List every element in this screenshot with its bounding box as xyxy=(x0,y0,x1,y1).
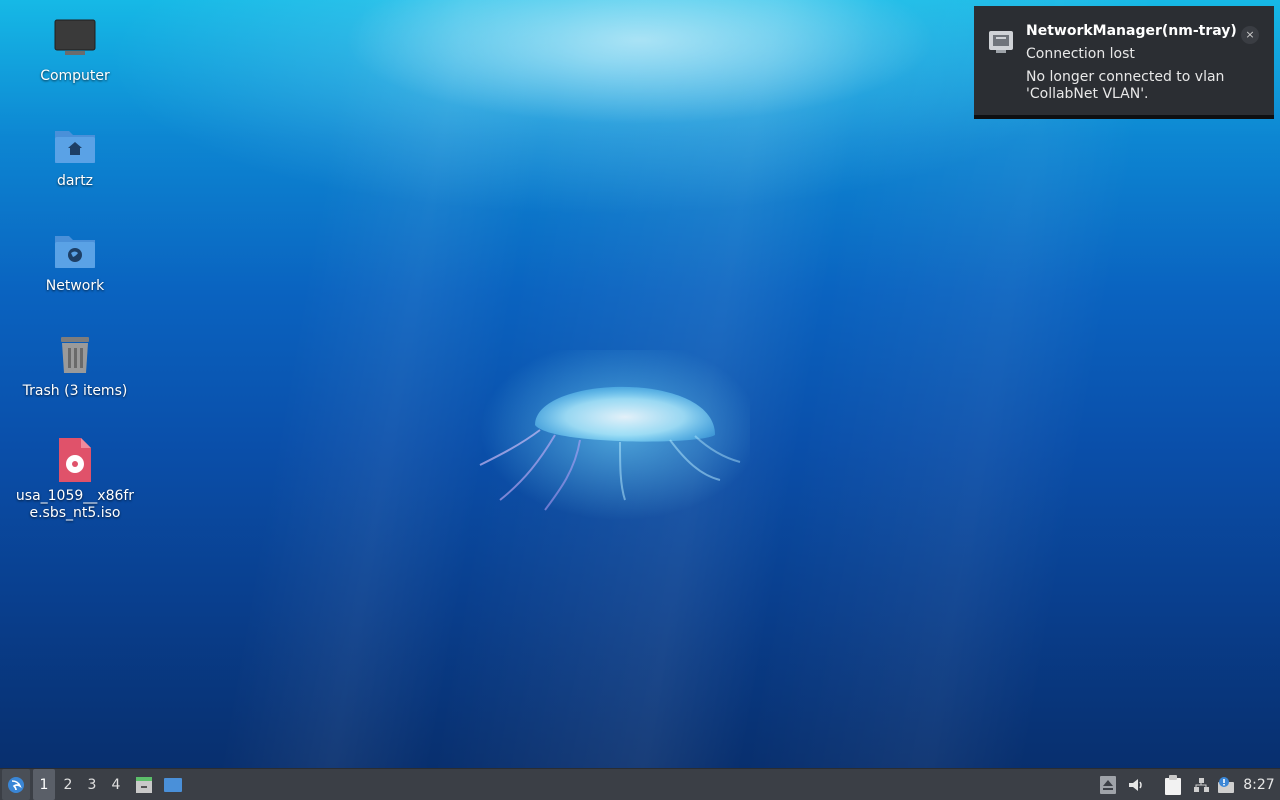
computer-icon xyxy=(54,19,96,55)
update-notifier-icon xyxy=(1218,776,1234,793)
taskbar: 1 2 3 4 8:27 xyxy=(0,768,1280,800)
desktop-icon-network[interactable]: Network xyxy=(13,226,137,295)
clipboard-icon xyxy=(1165,774,1181,795)
clipboard-button[interactable] xyxy=(1162,769,1184,800)
show-desktop-button[interactable] xyxy=(161,769,185,800)
desktop-icon-label: Network xyxy=(45,278,105,294)
wallpaper-jellyfish xyxy=(479,350,750,520)
workspace-2[interactable]: 2 xyxy=(57,769,79,800)
disc-image-file-icon xyxy=(59,438,91,482)
workspace-1[interactable]: 1 xyxy=(33,769,55,800)
file-manager-icon xyxy=(136,776,152,793)
network-folder-icon xyxy=(55,236,95,268)
notification-popup[interactable]: NetworkManager(nm-tray) Connection lost … xyxy=(974,6,1274,119)
start-menu-button[interactable] xyxy=(2,769,30,800)
desktop[interactable]: Computer dartz Network Trash (3 items) u… xyxy=(0,0,1280,768)
network-wired-icon xyxy=(989,31,1013,53)
desktop-icon-label: Trash (3 items) xyxy=(22,383,128,399)
notification-summary: Connection lost xyxy=(1026,46,1135,62)
desktop-icon-computer[interactable]: Computer xyxy=(13,16,137,85)
volume-icon xyxy=(1129,778,1142,791)
update-notifier-button[interactable] xyxy=(1215,769,1237,800)
eject-icon xyxy=(1100,775,1116,794)
eject-button[interactable] xyxy=(1097,769,1119,800)
desktop-icon-label: dartz xyxy=(56,173,94,189)
volume-button[interactable] xyxy=(1125,769,1147,800)
file-manager-launcher[interactable] xyxy=(132,769,156,800)
workspace-3[interactable]: 3 xyxy=(81,769,103,800)
notification-title: NetworkManager(nm-tray) xyxy=(1026,23,1237,39)
network-icon xyxy=(1194,777,1209,792)
close-icon[interactable]: × xyxy=(1241,26,1259,44)
desktop-icon-trash[interactable]: Trash (3 items) xyxy=(13,331,137,400)
clock[interactable]: 8:27 xyxy=(1242,769,1276,800)
desktop-icon-iso-file[interactable]: usa_1059__x86fre.sbs_nt5.iso xyxy=(13,436,137,522)
start-menu-icon xyxy=(8,776,24,793)
desktop-icon-label: usa_1059__x86fre.sbs_nt5.iso xyxy=(15,488,135,521)
desktop-icon-home[interactable]: dartz xyxy=(13,121,137,190)
notification-body: No longer connected to vlan 'CollabNet V… xyxy=(1026,69,1225,102)
show-desktop-icon xyxy=(164,777,182,792)
trash-icon xyxy=(61,337,89,373)
network-tray-button[interactable] xyxy=(1190,769,1212,800)
workspace-4[interactable]: 4 xyxy=(105,769,127,800)
desktop-icon-label: Computer xyxy=(40,68,110,84)
home-folder-icon xyxy=(55,131,95,163)
